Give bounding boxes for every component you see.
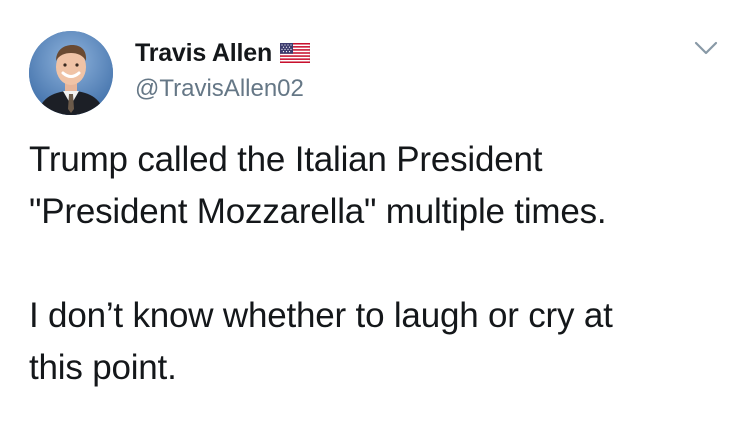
tweet-paragraph: Trump called the Italian President "Pres… — [29, 140, 607, 231]
chevron-down-icon — [694, 41, 718, 55]
author-display-name[interactable]: Travis Allen — [135, 39, 272, 68]
author-name-row: Travis Allen — [135, 38, 311, 68]
profile-photo-icon — [29, 31, 113, 115]
tweet-menu-button[interactable] — [693, 39, 719, 57]
author-handle[interactable]: @TravisAllen02 — [135, 75, 304, 103]
tweet-text: Trump called the Italian President "Pres… — [29, 134, 729, 394]
us-flag-icon — [279, 42, 311, 64]
tweet-paragraph: I don’t know whether to laugh or cry at … — [29, 296, 613, 387]
avatar[interactable] — [29, 31, 113, 115]
tweet-card: Travis Allen @TravisAllen02 Trump called… — [0, 0, 750, 448]
